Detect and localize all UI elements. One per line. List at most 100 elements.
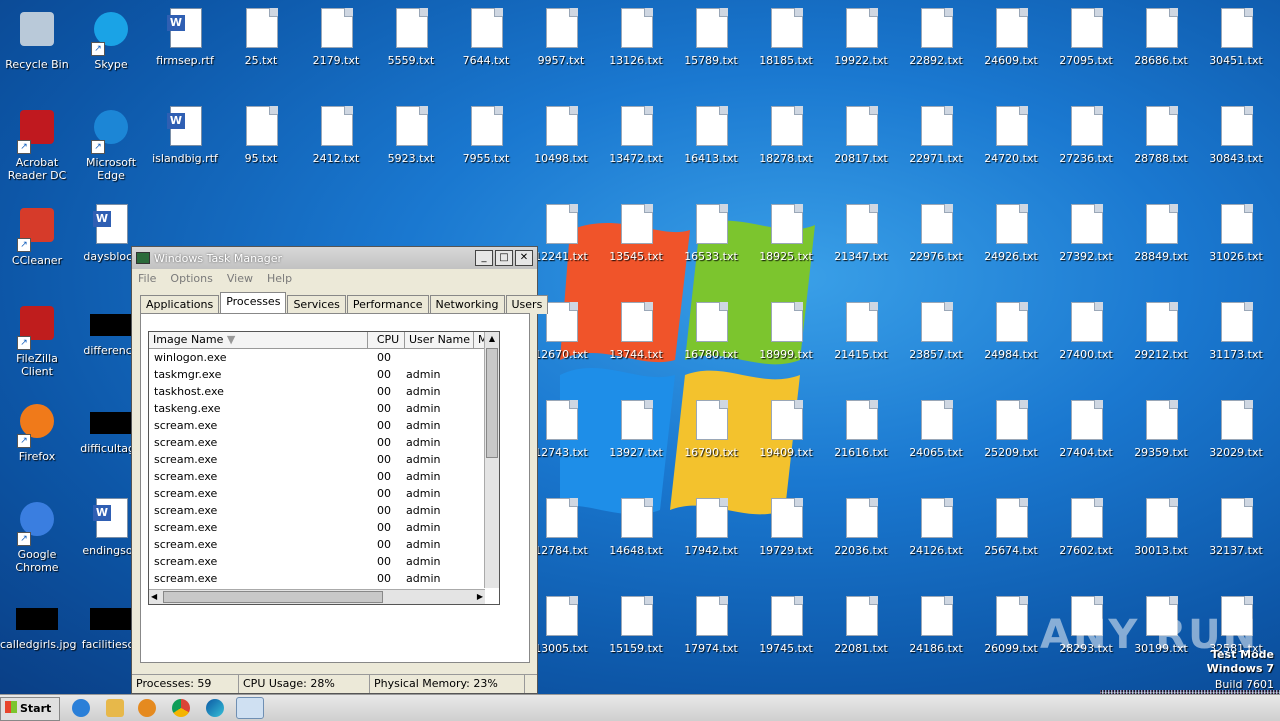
process-row[interactable]: scream.exe 00 admin <box>149 570 499 587</box>
menu-help[interactable]: Help <box>267 272 292 285</box>
txt-file-icon-item[interactable]: 32029.txt <box>1199 400 1273 459</box>
txt-file-icon-item[interactable]: 9957.txt <box>524 8 598 67</box>
process-row[interactable]: taskhost.exe 00 admin <box>149 383 499 400</box>
txt-file-icon-item[interactable]: 13545.txt <box>599 204 673 263</box>
edge-icon[interactable] <box>206 699 224 717</box>
desktop-icon[interactable]: ↗ Acrobat Reader DC <box>0 106 74 182</box>
menu-view[interactable]: View <box>227 272 253 285</box>
txt-file-icon-item[interactable]: 19729.txt <box>749 498 823 557</box>
txt-file-icon-item[interactable]: 13126.txt <box>599 8 673 67</box>
txt-file-icon-item[interactable]: 22036.txt <box>824 498 898 557</box>
txt-file-icon-item[interactable]: 22892.txt <box>899 8 973 67</box>
media-player-icon[interactable] <box>138 699 156 717</box>
internet-explorer-icon[interactable] <box>72 699 90 717</box>
txt-file-icon-item[interactable]: 21616.txt <box>824 400 898 459</box>
vertical-scroll-thumb[interactable] <box>486 348 498 458</box>
desktop-icon[interactable]: calledgirls.jpg <box>0 596 77 651</box>
process-row[interactable]: scream.exe 00 admin <box>149 434 499 451</box>
txt-file-icon-item[interactable]: 19745.txt <box>749 596 823 655</box>
desktop-icon[interactable]: Recycle Bin <box>0 8 74 71</box>
tab-networking[interactable]: Networking <box>429 295 505 314</box>
task-manager-taskbar-button[interactable] <box>236 697 264 719</box>
chrome-icon[interactable] <box>172 699 190 717</box>
txt-file-icon-item[interactable]: 20817.txt <box>824 106 898 165</box>
process-row[interactable]: scream.exe 00 admin <box>149 485 499 502</box>
txt-file-icon-item[interactable]: 19922.txt <box>824 8 898 67</box>
txt-file-icon-item[interactable]: 32137.txt <box>1199 498 1273 557</box>
desktop-icon[interactable]: Wislandbig.rtf <box>148 106 222 165</box>
txt-file-icon-item[interactable]: 24126.txt <box>899 498 973 557</box>
txt-file-icon-item[interactable]: 22081.txt <box>824 596 898 655</box>
txt-file-icon-item[interactable]: 27404.txt <box>1049 400 1123 459</box>
txt-file-icon-item[interactable]: 13744.txt <box>599 302 673 361</box>
desktop-icon[interactable]: ↗ Microsoft Edge <box>74 106 148 182</box>
txt-file-icon-item[interactable]: 17974.txt <box>674 596 748 655</box>
txt-file-icon-item[interactable]: 31026.txt <box>1199 204 1273 263</box>
process-row[interactable]: taskmgr.exe 00 admin <box>149 366 499 383</box>
txt-file-icon-item[interactable]: 10498.txt <box>524 106 598 165</box>
txt-file-icon-item[interactable]: 14648.txt <box>599 498 673 557</box>
txt-file-icon-item[interactable]: 16790.txt <box>674 400 748 459</box>
process-row[interactable]: scream.exe 00 admin <box>149 536 499 553</box>
txt-file-icon-item[interactable]: 7644.txt <box>449 8 523 67</box>
txt-file-icon-item[interactable]: 25.txt <box>224 8 298 67</box>
txt-file-icon-item[interactable]: 16413.txt <box>674 106 748 165</box>
process-list[interactable]: Image Name ▼ CPU User Name Me winlogon.e… <box>148 331 500 605</box>
scroll-left-arrow-icon[interactable]: ◀ <box>151 590 157 604</box>
txt-file-icon-item[interactable]: 13472.txt <box>599 106 673 165</box>
txt-file-icon-item[interactable]: 24065.txt <box>899 400 973 459</box>
process-row[interactable]: scream.exe 00 admin <box>149 519 499 536</box>
tab-applications[interactable]: Applications <box>140 295 220 314</box>
scroll-up-arrow-icon[interactable]: ▲ <box>485 332 499 346</box>
txt-file-icon-item[interactable]: 21415.txt <box>824 302 898 361</box>
txt-file-icon-item[interactable]: 30843.txt <box>1199 106 1273 165</box>
vertical-scrollbar[interactable]: ▲ <box>484 332 499 588</box>
txt-file-icon-item[interactable]: 5923.txt <box>374 106 448 165</box>
desktop-icon[interactable]: ↗ CCleaner <box>0 204 74 267</box>
txt-file-icon-item[interactable]: 24609.txt <box>974 8 1048 67</box>
task-manager-window[interactable]: Windows Task Manager _ □ ✕ File Options … <box>131 246 549 694</box>
maximize-button[interactable]: □ <box>495 250 513 266</box>
column-user-name[interactable]: User Name <box>405 332 474 348</box>
txt-file-icon-item[interactable]: 15159.txt <box>599 596 673 655</box>
desktop-icon[interactable]: ↗ Google Chrome <box>0 498 74 574</box>
txt-file-icon-item[interactable]: 21347.txt <box>824 204 898 263</box>
txt-file-icon-item[interactable]: 25674.txt <box>974 498 1048 557</box>
txt-file-icon-item[interactable]: 30451.txt <box>1199 8 1273 67</box>
txt-file-icon-item[interactable]: 2412.txt <box>299 106 373 165</box>
minimize-button[interactable]: _ <box>475 250 493 266</box>
start-button[interactable]: Start <box>0 697 60 721</box>
process-row[interactable]: scream.exe 00 admin <box>149 417 499 434</box>
txt-file-icon-item[interactable]: 27400.txt <box>1049 302 1123 361</box>
process-row[interactable]: winlogon.exe 00 <box>149 349 499 366</box>
txt-file-icon-item[interactable]: 24720.txt <box>974 106 1048 165</box>
file-explorer-icon[interactable] <box>106 699 124 717</box>
desktop-icon[interactable]: ↗ Skype <box>74 8 148 71</box>
close-button[interactable]: ✕ <box>515 250 533 266</box>
txt-file-icon-item[interactable]: 22971.txt <box>899 106 973 165</box>
txt-file-icon-item[interactable]: 18925.txt <box>749 204 823 263</box>
tab-performance[interactable]: Performance <box>346 295 429 314</box>
tab-processes[interactable]: Processes <box>220 292 287 314</box>
txt-file-icon-item[interactable]: 27236.txt <box>1049 106 1123 165</box>
process-row[interactable]: scream.exe 00 admin <box>149 502 499 519</box>
txt-file-icon-item[interactable]: 31173.txt <box>1199 302 1273 361</box>
txt-file-icon-item[interactable]: 24984.txt <box>974 302 1048 361</box>
desktop-icon[interactable]: Wfirmsep.rtf <box>148 8 222 67</box>
txt-file-icon-item[interactable]: 28788.txt <box>1124 106 1198 165</box>
txt-file-icon-item[interactable]: 28849.txt <box>1124 204 1198 263</box>
menu-file[interactable]: File <box>138 272 156 285</box>
task-manager-titlebar[interactable]: Windows Task Manager _ □ ✕ <box>132 247 537 269</box>
tab-users[interactable]: Users <box>505 295 549 314</box>
tab-services[interactable]: Services <box>287 295 346 314</box>
column-image-name[interactable]: Image Name ▼ <box>149 332 368 348</box>
txt-file-icon-item[interactable]: 18999.txt <box>749 302 823 361</box>
menu-options[interactable]: Options <box>170 272 212 285</box>
txt-file-icon-item[interactable]: 17942.txt <box>674 498 748 557</box>
txt-file-icon-item[interactable]: 29359.txt <box>1124 400 1198 459</box>
txt-file-icon-item[interactable]: 27602.txt <box>1049 498 1123 557</box>
txt-file-icon-item[interactable]: 24926.txt <box>974 204 1048 263</box>
txt-file-icon-item[interactable]: 27392.txt <box>1049 204 1123 263</box>
txt-file-icon-item[interactable]: 26099.txt <box>974 596 1048 655</box>
horizontal-scrollbar[interactable]: ◀ ▶ <box>149 589 485 604</box>
